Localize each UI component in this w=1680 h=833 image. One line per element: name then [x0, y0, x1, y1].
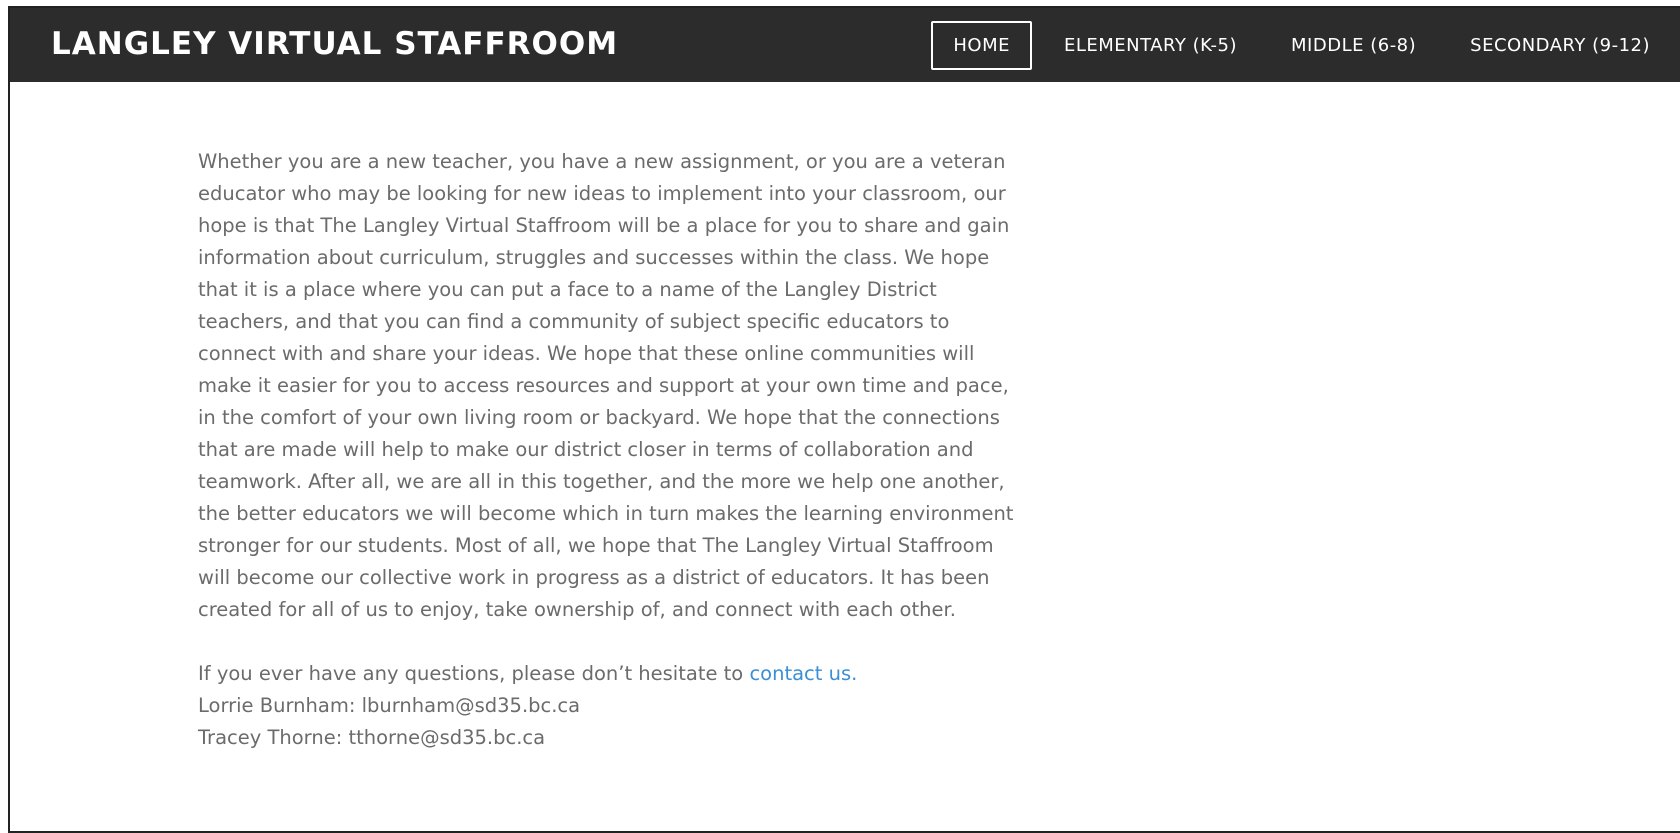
intro-paragraph: Whether you are a new teacher, you have …	[198, 150, 1014, 621]
site-title[interactable]: LANGLEY VIRTUAL STAFFROOM	[51, 26, 618, 62]
contact-tracey: Tracey Thorne: tthorne@sd35.bc.ca	[198, 726, 546, 749]
site-header: LANGLEY VIRTUAL STAFFROOM HOME ELEMENTAR…	[10, 8, 1680, 82]
main-content: Whether you are a new teacher, you have …	[198, 146, 1018, 754]
nav-item-elementary[interactable]: ELEMENTARY (K-5)	[1042, 21, 1259, 70]
nav-item-secondary[interactable]: SECONDARY (9-12)	[1448, 21, 1672, 70]
nav-item-home[interactable]: HOME	[931, 20, 1032, 70]
contact-us-link[interactable]: contact us.	[749, 662, 857, 685]
contact-lorrie: Lorrie Burnham: lburnham@sd35.bc.ca	[198, 694, 581, 717]
nav-item-middle[interactable]: MIDDLE (6-8)	[1269, 21, 1438, 70]
main-nav: HOME ELEMENTARY (K-5) MIDDLE (6-8) SECON…	[931, 8, 1680, 82]
questions-text: If you ever have any questions, please d…	[198, 662, 750, 685]
questions-line: If you ever have any questions, please d…	[198, 658, 1018, 690]
page-frame: LANGLEY VIRTUAL STAFFROOM HOME ELEMENTAR…	[8, 6, 1680, 833]
